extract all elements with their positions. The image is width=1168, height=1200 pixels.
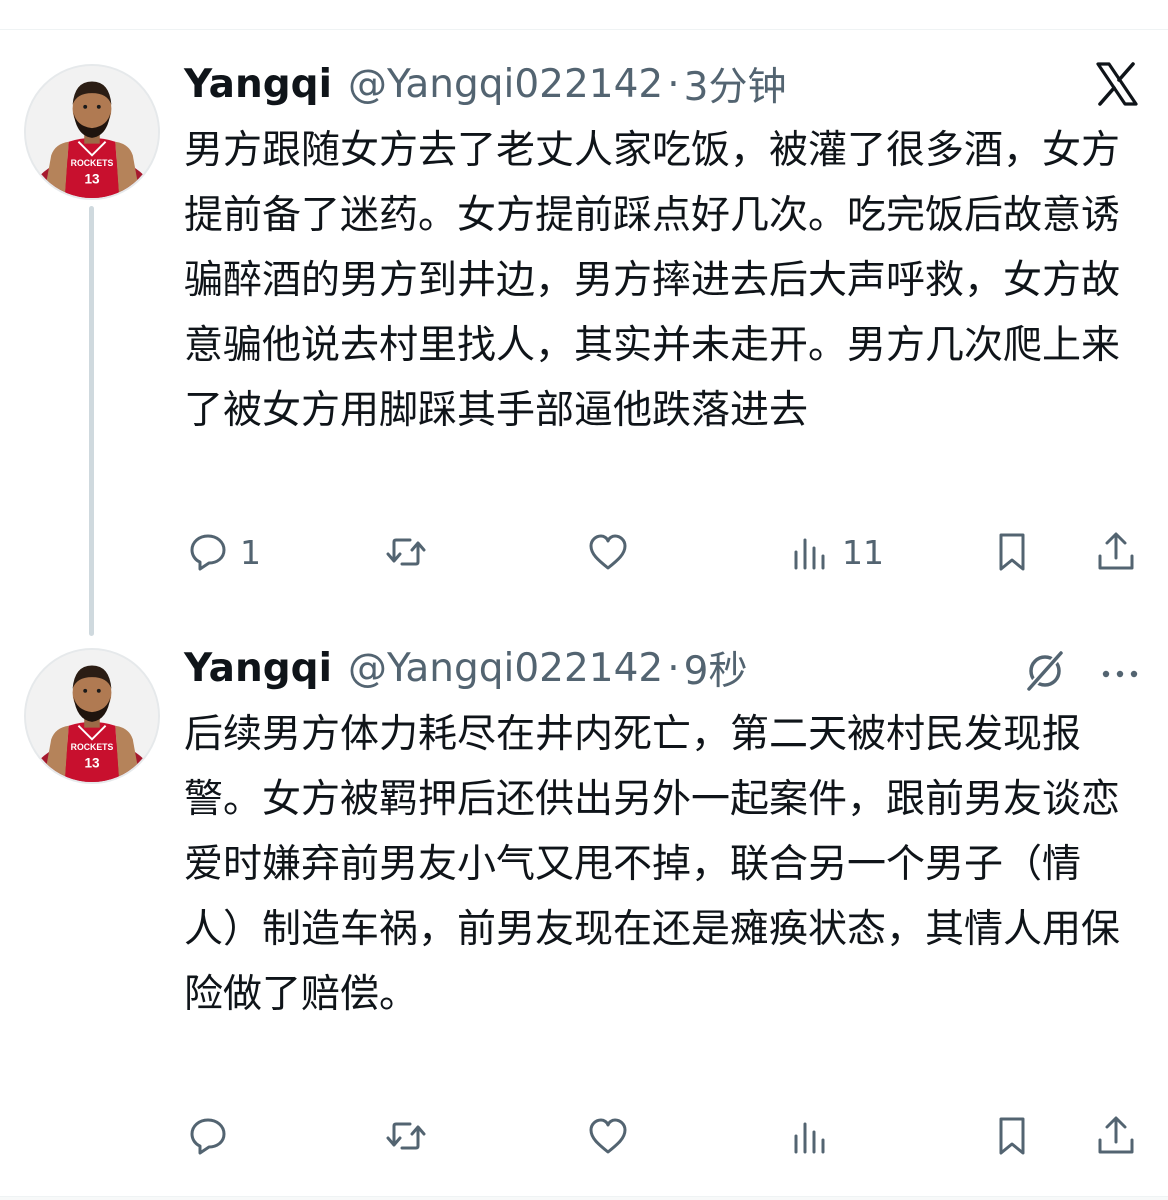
bar-chart-icon bbox=[794, 538, 825, 570]
jersey-number-text: 13 bbox=[84, 171, 100, 186]
jersey-team-text: ROCKETS bbox=[71, 158, 114, 168]
views-button[interactable]: 11 bbox=[788, 524, 884, 580]
bookmark-icon bbox=[999, 1117, 1025, 1155]
like-button[interactable] bbox=[586, 1108, 640, 1164]
tweet-action-bar: 1 11 bbox=[184, 524, 1144, 580]
reply-count: 1 bbox=[240, 532, 261, 572]
retweet-arrows-icon bbox=[386, 538, 426, 566]
retweet-button[interactable] bbox=[384, 1108, 438, 1164]
author-name[interactable]: Yangqi bbox=[184, 646, 332, 691]
jersey-number-text: 13 bbox=[84, 755, 100, 770]
heart-icon bbox=[589, 534, 627, 570]
tweet-text: 男方跟随女方去了老丈人家吃饭，被灌了很多酒，女方提前备了迷药。女方提前踩点好几次… bbox=[184, 128, 1121, 433]
meta-separator: · bbox=[667, 645, 680, 691]
reply-button[interactable] bbox=[186, 1108, 240, 1164]
speech-bubble-icon bbox=[190, 534, 226, 571]
tweet-1[interactable]: ROCKETS 13 Yangqi @Yangqi022142 · 3分钟 男方… bbox=[0, 30, 1168, 636]
thread-connector-line bbox=[89, 206, 94, 636]
more-dots-icon[interactable] bbox=[1098, 652, 1142, 696]
avatar-image: ROCKETS 13 bbox=[26, 650, 158, 782]
share-button[interactable] bbox=[1094, 524, 1138, 580]
tweet-2[interactable]: ROCKETS 13 Yangqi @Yangqi022142 · 9秒 后续男… bbox=[0, 630, 1168, 1196]
tweet-timestamp[interactable]: 3分钟 bbox=[684, 56, 787, 112]
grok-slash-icon[interactable] bbox=[1020, 646, 1070, 696]
bottom-divider bbox=[0, 1196, 1168, 1200]
author-avatar[interactable]: ROCKETS 13 bbox=[24, 648, 160, 784]
retweet-arrows-icon bbox=[386, 1122, 426, 1150]
share-upload-icon bbox=[1098, 532, 1134, 570]
bookmark-button[interactable] bbox=[990, 524, 1034, 580]
bookmark-icon bbox=[999, 533, 1025, 571]
author-name[interactable]: Yangqi bbox=[184, 62, 332, 107]
share-button[interactable] bbox=[1094, 1108, 1138, 1164]
top-divider bbox=[0, 0, 1168, 30]
reply-button[interactable]: 1 bbox=[186, 524, 261, 580]
jersey-team-text: ROCKETS bbox=[71, 742, 114, 752]
tweet-text: 后续男方体力耗尽在井内死亡，第二天被村民发现报警。女方被羁押后还供出另外一起案件… bbox=[184, 712, 1121, 1017]
views-count: 11 bbox=[842, 532, 884, 572]
speech-bubble-icon bbox=[190, 1118, 226, 1155]
tweet-timestamp[interactable]: 9秒 bbox=[684, 640, 748, 696]
heart-icon bbox=[589, 1118, 627, 1154]
bookmark-button[interactable] bbox=[990, 1108, 1034, 1164]
share-upload-icon bbox=[1098, 1116, 1134, 1154]
bar-chart-icon bbox=[794, 1122, 825, 1154]
avatar-image: ROCKETS 13 bbox=[26, 66, 158, 198]
tweet-header: Yangqi @Yangqi022142 · 9秒 bbox=[184, 638, 1138, 698]
author-handle[interactable]: @Yangqi022142 bbox=[348, 646, 663, 691]
tweet-action-bar bbox=[184, 1108, 1144, 1164]
retweet-button[interactable] bbox=[384, 524, 438, 580]
author-avatar[interactable]: ROCKETS 13 bbox=[24, 64, 160, 200]
author-handle[interactable]: @Yangqi022142 bbox=[348, 62, 663, 107]
x-logo-icon[interactable] bbox=[1092, 60, 1140, 108]
tweet-header: Yangqi @Yangqi022142 · 3分钟 bbox=[184, 54, 1138, 114]
meta-separator: · bbox=[667, 61, 680, 107]
like-button[interactable] bbox=[586, 524, 640, 580]
views-button[interactable] bbox=[788, 1108, 842, 1164]
